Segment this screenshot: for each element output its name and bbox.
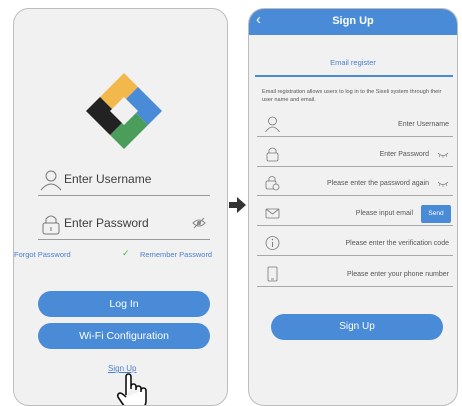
eye-closed-icon[interactable] — [437, 152, 449, 158]
signup-username-field[interactable]: Enter Username — [257, 115, 453, 137]
login-screen: Enter Username Enter Password Forgot Pas… — [13, 8, 228, 406]
signup-password-field[interactable]: Enter Password — [257, 145, 453, 167]
signup-phone-placeholder: Please enter your phone number — [347, 271, 449, 278]
eye-closed-icon[interactable] — [437, 181, 449, 187]
pointer-hand-icon — [116, 373, 147, 405]
signup-code-placeholder: Please enter the verification code — [345, 240, 449, 247]
signup-email-placeholder: Please input email — [355, 210, 413, 217]
info-shield-icon — [265, 236, 280, 250]
wifi-configuration-button[interactable]: Wi-Fi Configuration — [38, 323, 210, 349]
signup-verification-code-field[interactable]: Please enter the verification code — [257, 234, 453, 256]
forgot-password-link[interactable]: Forgot Password — [14, 250, 71, 259]
remember-password-label[interactable]: Remember Password — [140, 250, 212, 259]
tab-email-register[interactable]: Email register — [249, 58, 457, 67]
signup-phone-field[interactable]: Please enter your phone number — [257, 265, 453, 287]
app-logo — [86, 73, 162, 149]
signup-confirm-password-field[interactable]: Please enter the password again — [257, 174, 453, 196]
phone-icon — [267, 266, 278, 282]
signup-confirm-password-placeholder: Please enter the password again — [327, 180, 429, 187]
signup-username-placeholder: Enter Username — [398, 121, 449, 128]
password-field[interactable]: Enter Password — [38, 213, 210, 240]
signup-title: Sign Up — [332, 15, 374, 27]
email-icon — [265, 208, 280, 219]
signup-header: ‹ Sign Up — [249, 9, 457, 35]
password-placeholder: Enter Password — [64, 216, 149, 230]
signup-email-field[interactable]: Please input email Send — [257, 204, 453, 226]
signup-description: Email registration allows users to log i… — [262, 89, 442, 103]
lock-icon — [266, 147, 279, 162]
login-button[interactable]: Log In — [38, 291, 210, 317]
signup-submit-button[interactable]: Sign Up — [271, 314, 443, 340]
username-field[interactable]: Enter Username — [38, 169, 210, 196]
user-icon — [265, 116, 280, 132]
arrow-right-icon — [229, 197, 246, 213]
eye-off-icon[interactable] — [192, 217, 206, 229]
check-icon[interactable]: ✓ — [122, 248, 130, 259]
lock-icon — [42, 215, 60, 235]
send-button[interactable]: Send — [421, 205, 451, 223]
user-icon — [40, 170, 62, 191]
username-placeholder: Enter Username — [64, 172, 152, 186]
signup-password-placeholder: Enter Password — [379, 151, 429, 158]
lock-refresh-icon — [265, 176, 280, 191]
signup-screen: ‹ Sign Up Email register Email registrat… — [248, 8, 458, 406]
tab-underline — [255, 75, 453, 77]
